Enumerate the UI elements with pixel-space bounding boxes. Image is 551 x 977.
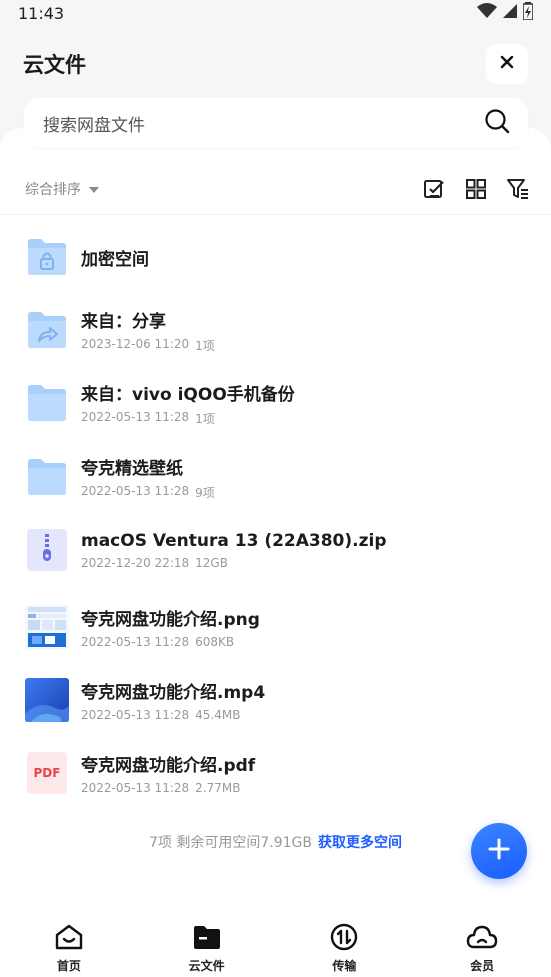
file-item-png[interactable]: 夸克网盘功能介绍.png 2022-05-13 11:28 608KB — [0, 592, 551, 662]
nav-label: 会员 — [470, 959, 495, 973]
file-info: 1项 — [195, 411, 215, 426]
file-info: 12GB — [195, 555, 228, 570]
transfer-icon — [329, 923, 359, 955]
file-date: 2023-12-06 11:20 — [81, 336, 190, 351]
status-time: 11:43 — [18, 3, 65, 23]
wifi-icon — [477, 3, 497, 23]
share-folder-icon — [25, 308, 69, 352]
file-date: 2022-05-13 11:28 — [81, 409, 190, 424]
image-thumbnail — [25, 605, 69, 649]
file-name: 来自：vivo iQOO手机备份 — [81, 384, 295, 405]
file-date: 2022-05-13 11:28 — [81, 708, 190, 722]
file-text: 加密空间 — [81, 245, 149, 270]
caret-down-icon — [89, 181, 99, 197]
nav-label: 传输 — [332, 959, 357, 973]
file-info: 9项 — [195, 485, 215, 500]
close-icon — [499, 54, 515, 74]
file-name: 夸克网盘功能介绍.mp4 — [81, 683, 266, 703]
file-meta: 2022-05-13 11:28 608KB — [81, 635, 260, 649]
filter-icon[interactable] — [507, 178, 529, 200]
pdf-badge: PDF — [33, 766, 61, 780]
search-icon[interactable] — [484, 108, 510, 138]
toolbar-divider — [0, 214, 551, 215]
file-info: 45.4MB — [195, 708, 241, 722]
file-item-pdf[interactable]: PDF 夸克网盘功能介绍.pdf 2022-05-13 11:28 2.77MB — [0, 738, 551, 808]
signal-icon — [503, 3, 517, 23]
sort-label: 综合排序 — [25, 182, 81, 198]
storage-summary: 7项 剩余可用空间7.91GB 获取更多空间 — [0, 832, 551, 852]
home-icon — [54, 923, 84, 955]
folder-icon — [192, 923, 222, 955]
grid-view-icon[interactable] — [465, 178, 487, 200]
file-name: 来自：分享 — [81, 311, 166, 332]
file-name: 夸克精选壁纸 — [81, 458, 183, 479]
file-meta: 2022-05-13 11:28 2.77MB — [81, 781, 255, 795]
file-item-wallpapers[interactable]: 夸克精选壁纸 2022-05-13 11:28 9项 — [0, 442, 551, 512]
file-item-mp4[interactable]: 夸克网盘功能介绍.mp4 2022-05-13 11:28 45.4MB — [0, 665, 551, 735]
file-item-encrypted-space[interactable]: 加密空间 — [0, 222, 551, 292]
file-text: 夸克精选壁纸 2022-05-13 11:28 9项 — [81, 454, 215, 501]
nav-item-home[interactable]: 首页 — [0, 915, 138, 977]
header: 云文件 — [0, 40, 551, 88]
close-button[interactable] — [486, 44, 528, 84]
status-icons — [477, 2, 534, 24]
video-thumbnail — [25, 678, 69, 722]
file-date: 2022-05-13 11:28 — [81, 483, 190, 498]
toolbar: 综合排序 — [0, 166, 551, 212]
file-info: 608KB — [195, 635, 235, 649]
file-name: 夸克网盘功能介绍.png — [81, 610, 260, 630]
file-text: 夸克网盘功能介绍.pdf 2022-05-13 11:28 2.77MB — [81, 751, 255, 795]
get-more-space-link[interactable]: 获取更多空间 — [318, 835, 402, 851]
sort-dropdown[interactable]: 综合排序 — [25, 179, 99, 199]
plus-icon — [488, 838, 510, 864]
status-bar: 11:43 — [0, 0, 551, 26]
file-name: macOS Ventura 13 (22A380).zip — [81, 530, 387, 551]
file-item-zip[interactable]: macOS Ventura 13 (22A380).zip 2022-12-20… — [0, 515, 551, 585]
file-date: 2022-05-13 11:28 — [81, 781, 190, 795]
nav-item-member[interactable]: 会员 — [413, 915, 551, 977]
file-text: 夸克网盘功能介绍.png 2022-05-13 11:28 608KB — [81, 605, 260, 649]
file-meta: 2022-12-20 22:18 12GB — [81, 556, 387, 570]
file-text: 来自：分享 2023-12-06 11:20 1项 — [81, 307, 215, 354]
storage-summary-text: 7项 剩余可用空间7.91GB — [149, 835, 312, 851]
file-text: 夸克网盘功能介绍.mp4 2022-05-13 11:28 45.4MB — [81, 678, 265, 722]
file-name: 夸克网盘功能介绍.pdf — [81, 756, 256, 776]
nav-item-transfer[interactable]: 传输 — [276, 915, 414, 977]
file-info: 1项 — [195, 338, 215, 353]
add-button[interactable] — [471, 823, 527, 879]
nav-label: 首页 — [56, 959, 81, 973]
cloud-icon — [466, 923, 498, 955]
lock-folder-icon — [25, 235, 69, 279]
search-placeholder: 搜索网盘文件 — [43, 115, 145, 136]
folder-icon — [25, 381, 69, 425]
page-title: 云文件 — [23, 53, 86, 77]
file-text: macOS Ventura 13 (22A380).zip 2022-12-20… — [81, 531, 387, 570]
select-check-icon[interactable] — [423, 178, 445, 200]
file-text: 来自：vivo iQOO手机备份 2022-05-13 11:28 1项 — [81, 380, 295, 427]
file-name: 加密空间 — [81, 249, 149, 270]
folder-icon — [25, 455, 69, 499]
file-item-share-folder[interactable]: 来自：分享 2023-12-06 11:20 1项 — [0, 295, 551, 365]
search-input[interactable]: 搜索网盘文件 — [24, 98, 528, 148]
pdf-file-icon: PDF — [27, 752, 67, 794]
nav-item-cloud-files[interactable]: 云文件 — [138, 915, 276, 977]
file-info: 2.77MB — [195, 781, 241, 795]
nav-label: 云文件 — [188, 959, 225, 973]
file-meta: 2022-05-13 11:28 45.4MB — [81, 708, 265, 722]
bottom-nav: 首页 云文件 传输 会员 — [0, 915, 551, 977]
file-meta: 2022-05-13 11:28 1项 — [81, 410, 295, 427]
file-meta: 2023-12-06 11:20 1项 — [81, 337, 215, 354]
battery-charging-icon — [522, 2, 534, 24]
file-date: 2022-05-13 11:28 — [81, 635, 190, 649]
zip-file-icon — [25, 528, 69, 572]
file-meta: 2022-05-13 11:28 9项 — [81, 484, 215, 501]
file-date: 2022-12-20 22:18 — [81, 555, 190, 570]
toolbar-actions — [423, 178, 529, 200]
file-item-vivo-backup[interactable]: 来自：vivo iQOO手机备份 2022-05-13 11:28 1项 — [0, 368, 551, 438]
